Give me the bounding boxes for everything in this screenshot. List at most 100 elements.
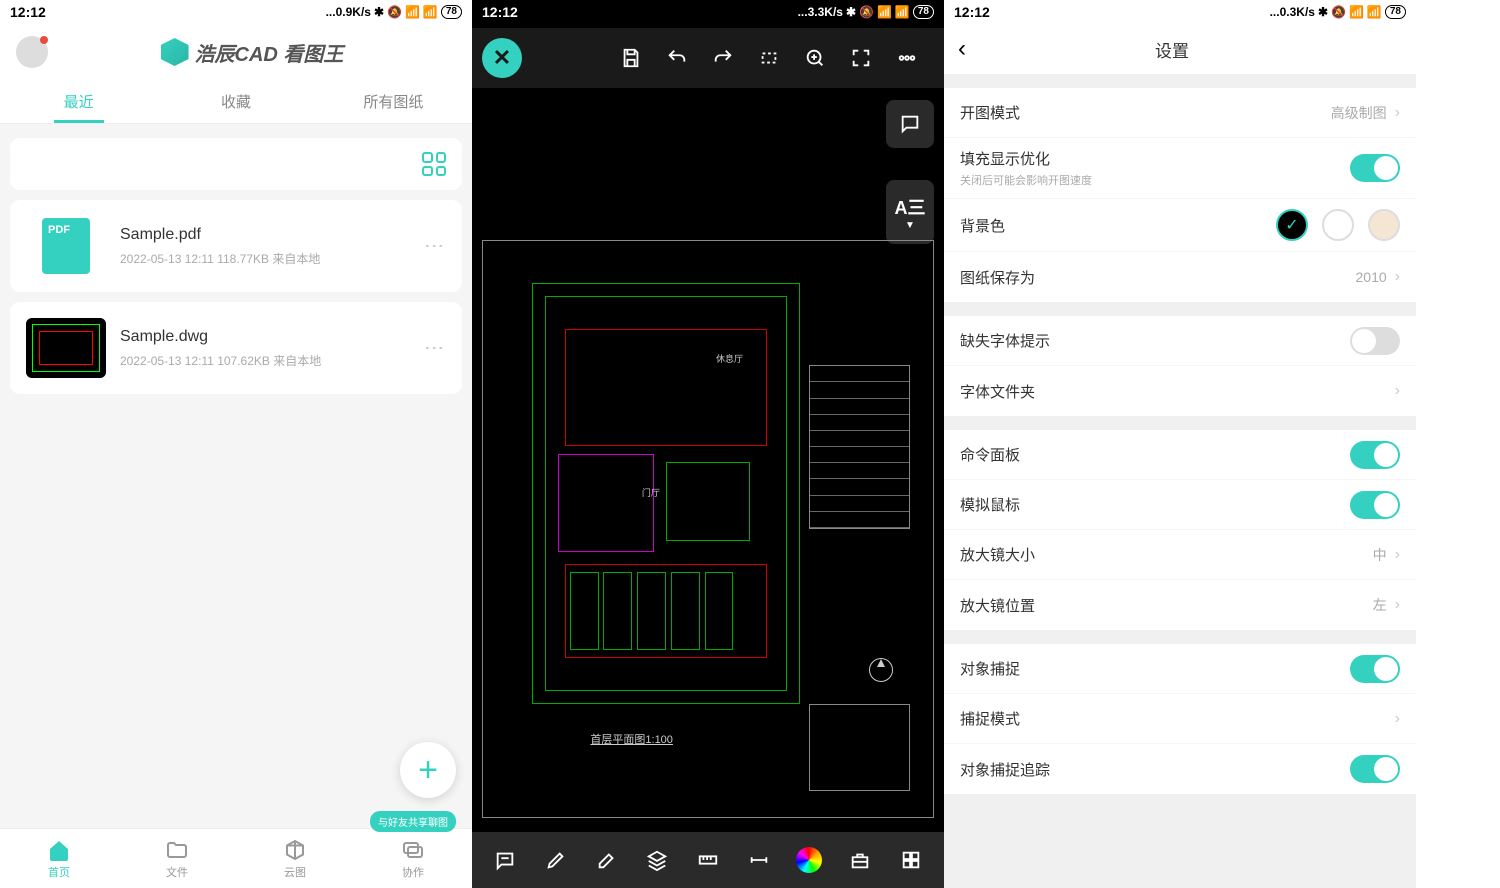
grid-view-icon[interactable] [422,152,446,176]
undo-button[interactable] [656,37,698,79]
row-snap-mode[interactable]: 捕捉模式 › [944,694,1416,744]
tab-favorite[interactable]: 收藏 [157,80,314,123]
settings-group: 缺失字体提示 字体文件夹 › [944,316,1416,416]
cloud-icon [283,838,307,862]
dimension-tool[interactable] [741,842,777,878]
edit-icon [596,849,618,871]
file-info: Sample.dwg 2022-05-13 12:11 107.62KB 来自本… [120,328,408,369]
compass-icon [869,658,893,682]
nav-collab[interactable]: 与好友共享聊图 协作 [354,829,472,888]
color-opt-white[interactable] [1322,209,1354,241]
apps-tool[interactable] [893,842,929,878]
signal-icon: 📶 [877,5,892,19]
file-item[interactable]: Sample.dwg 2022-05-13 12:11 107.62KB 来自本… [10,302,462,394]
measure-tool[interactable] [690,842,726,878]
status-time: 12:12 [10,4,46,20]
close-button[interactable]: ✕ [482,38,522,78]
row-open-mode[interactable]: 开图模式 高级制图 › [944,88,1416,138]
color-options: ✓ [1276,209,1400,241]
row-save-as[interactable]: 图纸保存为 2010 › [944,252,1416,302]
dimension-icon [748,849,770,871]
toolbar-top: ✕ [472,28,944,88]
mute-icon: 🔕 [1331,5,1346,19]
chevron-right-icon: › [1395,104,1400,122]
more-icon[interactable]: ⋮ [422,236,446,256]
battery-icon: 78 [1385,5,1406,19]
layers-tool[interactable] [639,842,675,878]
cad-canvas[interactable]: 休息厅 门厅 首层平面图1:100 [482,240,934,818]
bluetooth-icon: ✱ [374,5,384,19]
fullscreen-icon [850,47,872,69]
more-button[interactable] [886,37,928,79]
row-cmd-panel[interactable]: 命令面板 [944,430,1416,480]
redo-button[interactable] [702,37,744,79]
toolbox-tool[interactable] [842,842,878,878]
row-fill-optimize[interactable]: 填充显示优化 关闭后可能会影响开图速度 [944,138,1416,199]
toggle-cmd-panel[interactable] [1350,441,1400,469]
row-snap[interactable]: 对象捕捉 [944,644,1416,694]
zoom-button[interactable] [794,37,836,79]
fullscreen-button[interactable] [840,37,882,79]
tab-all[interactable]: 所有图纸 [315,80,472,123]
row-font-folder[interactable]: 字体文件夹 › [944,366,1416,416]
row-mag-pos[interactable]: 放大镜位置 左 › [944,580,1416,630]
back-button[interactable]: ‹ [958,35,966,63]
draw-tool[interactable] [538,842,574,878]
row-snap-track[interactable]: 对象捕捉追踪 [944,744,1416,794]
toggle-fill-optimize[interactable] [1350,154,1400,182]
row-sim-mouse[interactable]: 模拟鼠标 [944,480,1416,530]
save-icon [620,47,642,69]
comment-icon [899,113,921,135]
toolbox-icon [849,849,871,871]
toggle-sim-mouse[interactable] [1350,491,1400,519]
battery-icon: 78 [441,5,462,19]
nav-files[interactable]: 文件 [118,829,236,888]
nav-home[interactable]: 首页 [0,829,118,888]
screen-settings: 12:12 ...0.3K/s ✱ 🔕 📶 📶 78 ‹ 设置 开图模式 高级制… [944,0,1416,888]
more-icon[interactable]: ⋮ [422,338,446,358]
nav-cloud[interactable]: 云图 [236,829,354,888]
signal-icon: 📶 [1349,5,1364,19]
select-icon [758,47,780,69]
app-header: 浩辰CAD 看图王 [0,24,472,80]
row-mag-size[interactable]: 放大镜大小 中 › [944,530,1416,580]
avatar[interactable] [16,36,48,68]
note-icon [494,849,516,871]
row-bg-color: 背景色 ✓ [944,199,1416,252]
select-button[interactable] [748,37,790,79]
apps-icon [900,849,922,871]
save-button[interactable] [610,37,652,79]
toggle-snap-track[interactable] [1350,755,1400,783]
comment-button[interactable] [886,100,934,148]
status-bar: 12:12 ...0.9K/s ✱ 🔕 📶 📶 78 [0,0,472,24]
bluetooth-icon: ✱ [846,5,856,19]
edit-tool[interactable] [589,842,625,878]
file-name: Sample.pdf [120,226,408,244]
tab-recent[interactable]: 最近 [0,80,157,123]
toggle-snap[interactable] [1350,655,1400,683]
undo-icon [666,47,688,69]
chevron-right-icon: › [1395,710,1400,728]
fab-add-button[interactable]: + [400,742,456,798]
color-opt-beige[interactable] [1368,209,1400,241]
file-item[interactable]: PDF Sample.pdf 2022-05-13 12:11 118.77KB… [10,200,462,292]
wifi-icon: 📶 [423,5,438,19]
folder-icon [165,838,189,862]
color-tool[interactable] [791,842,827,878]
wifi-icon: 📶 [1367,5,1382,19]
search-card[interactable] [10,138,462,190]
chevron-right-icon: › [1395,268,1400,286]
settings-group: 命令面板 模拟鼠标 放大镜大小 中 › 放大镜位置 左 › [944,430,1416,630]
row-missing-font[interactable]: 缺失字体提示 [944,316,1416,366]
wifi-icon: 📶 [895,5,910,19]
color-opt-black[interactable]: ✓ [1276,209,1308,241]
note-tool[interactable] [487,842,523,878]
text-style-button[interactable]: A三 ▼ [886,180,934,244]
mute-icon: 🔕 [859,5,874,19]
page-title: 设置 [966,37,1378,62]
toggle-missing-font[interactable] [1350,327,1400,355]
file-info: Sample.pdf 2022-05-13 12:11 118.77KB 来自本… [120,226,408,267]
chat-icon [401,838,425,862]
chevron-down-icon: ▼ [905,220,915,231]
file-thumb-dwg [26,318,106,378]
